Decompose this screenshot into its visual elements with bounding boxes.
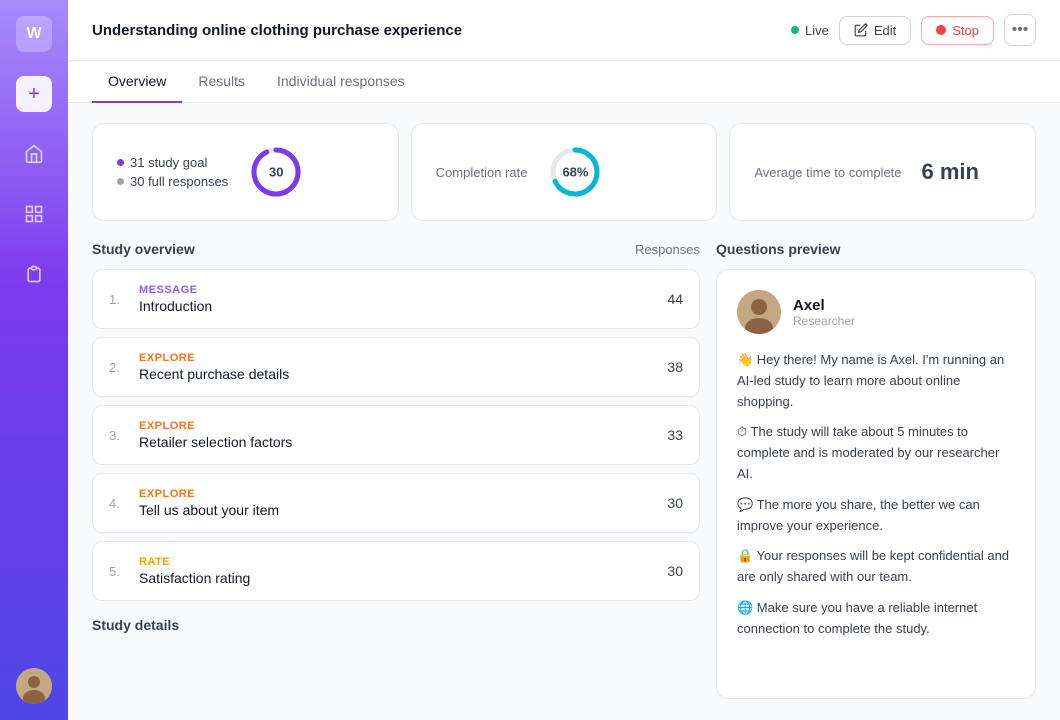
study-overview-title: Study overview (92, 241, 195, 257)
row-count-4: 30 (667, 495, 683, 511)
stat-goal: 31 study goal 30 full responses 30 (92, 123, 399, 221)
study-row-5[interactable]: 5. RATE Satisfaction rating 30 (92, 541, 700, 601)
avg-time-value: 6 min (922, 159, 979, 185)
row-content-1: MESSAGE Introduction (139, 284, 655, 314)
row-title-4: Tell us about your item (139, 502, 655, 518)
preview-agent-header: Axel Researcher (737, 290, 1015, 334)
stat-avg-labels: Average time to complete (754, 165, 901, 180)
row-title-2: Recent purchase details (139, 366, 655, 382)
add-button[interactable]: + (16, 76, 52, 112)
stop-button[interactable]: Stop (921, 16, 994, 45)
completion-value: 68% (562, 165, 588, 180)
row-num-5: 5. (109, 564, 127, 579)
dot-gray (117, 178, 124, 185)
study-overview-section: Study overview Responses 1. MESSAGE Intr… (92, 241, 700, 671)
edit-button[interactable]: Edit (839, 16, 911, 45)
preview-card: Axel Researcher 👋 Hey there! My name is … (716, 269, 1036, 699)
study-row-2[interactable]: 2. EXPLORE Recent purchase details 38 (92, 337, 700, 397)
live-dot (791, 26, 799, 34)
page-header: Understanding online clothing purchase e… (68, 0, 1060, 61)
two-col-layout: Study overview Responses 1. MESSAGE Intr… (92, 241, 1036, 671)
row-title-3: Retailer selection factors (139, 434, 655, 450)
sidebar: W + (0, 0, 68, 720)
questions-preview-section: Questions preview Axel (716, 241, 1036, 671)
home-icon[interactable] (16, 136, 52, 172)
completion-circle: 68% (547, 144, 603, 200)
agent-role: Researcher (793, 314, 855, 328)
study-details-label: Study details (92, 617, 700, 633)
preview-title: Questions preview (716, 241, 840, 257)
row-count-1: 44 (667, 291, 683, 307)
row-content-5: RATE Satisfaction rating (139, 556, 655, 586)
preview-messages: 👋 Hey there! My name is Axel. I'm runnin… (737, 350, 1015, 640)
section-header: Study overview Responses (92, 241, 700, 257)
user-avatar[interactable] (16, 668, 52, 704)
row-type-1: MESSAGE (139, 284, 655, 296)
preview-msg-4: 🔒 Your responses will be kept confidenti… (737, 546, 1015, 588)
row-content-2: EXPLORE Recent purchase details (139, 352, 655, 382)
agent-info: Axel Researcher (793, 297, 855, 328)
row-title-5: Satisfaction rating (139, 570, 655, 586)
stop-dot (936, 25, 946, 35)
tab-bar: Overview Results Individual responses (68, 61, 1060, 103)
stat-completion-labels: Completion rate (436, 165, 528, 180)
row-type-3: EXPLORE (139, 420, 655, 432)
app-logo[interactable]: W (16, 16, 52, 52)
study-row-3[interactable]: 3. EXPLORE Retailer selection factors 33 (92, 405, 700, 465)
preview-msg-1: 👋 Hey there! My name is Axel. I'm runnin… (737, 350, 1015, 412)
agent-avatar (737, 290, 781, 334)
stats-row: 31 study goal 30 full responses 30 (92, 123, 1036, 221)
responses-header: Responses (635, 242, 700, 257)
dot-purple (117, 159, 124, 166)
stat-goal-label1: 31 study goal (117, 155, 228, 170)
row-type-4: EXPLORE (139, 488, 655, 500)
study-row-4[interactable]: 4. EXPLORE Tell us about your item 30 (92, 473, 700, 533)
header-actions: Live Edit Stop ••• (791, 14, 1036, 46)
agent-name: Axel (793, 297, 855, 314)
more-button[interactable]: ••• (1004, 14, 1036, 46)
preview-msg-2: ⏱ The study will take about 5 minutes to… (737, 422, 1015, 484)
goal-circle: 30 (248, 144, 304, 200)
preview-section-header: Questions preview (716, 241, 1036, 257)
page-title: Understanding online clothing purchase e… (92, 22, 462, 39)
row-content-3: EXPLORE Retailer selection factors (139, 420, 655, 450)
row-title-1: Introduction (139, 298, 655, 314)
grid-icon[interactable] (16, 196, 52, 232)
tab-results[interactable]: Results (182, 61, 261, 103)
preview-msg-5: 🌐 Make sure you have a reliable internet… (737, 598, 1015, 640)
row-num-3: 3. (109, 428, 127, 443)
row-type-2: EXPLORE (139, 352, 655, 364)
content-area: 31 study goal 30 full responses 30 (68, 103, 1060, 720)
row-count-5: 30 (667, 563, 683, 579)
tab-overview[interactable]: Overview (92, 61, 182, 103)
row-num-4: 4. (109, 496, 127, 511)
stat-goal-labels: 31 study goal 30 full responses (117, 155, 228, 189)
row-count-2: 38 (667, 359, 683, 375)
row-type-5: RATE (139, 556, 655, 568)
preview-msg-3: 💬 The more you share, the better we can … (737, 495, 1015, 537)
row-num-1: 1. (109, 292, 127, 307)
stat-goal-label2: 30 full responses (117, 174, 228, 189)
main-content: Understanding online clothing purchase e… (68, 0, 1060, 720)
clipboard-icon[interactable] (16, 256, 52, 292)
row-count-3: 33 (667, 427, 683, 443)
row-num-2: 2. (109, 360, 127, 375)
row-content-4: EXPLORE Tell us about your item (139, 488, 655, 518)
goal-number: 30 (269, 165, 283, 180)
study-row-1[interactable]: 1. MESSAGE Introduction 44 (92, 269, 700, 329)
tab-individual[interactable]: Individual responses (261, 61, 421, 103)
stat-completion: Completion rate 68% (411, 123, 718, 221)
stat-avg-time: Average time to complete 6 min (729, 123, 1036, 221)
live-status: Live (791, 23, 829, 38)
live-label: Live (805, 23, 829, 38)
